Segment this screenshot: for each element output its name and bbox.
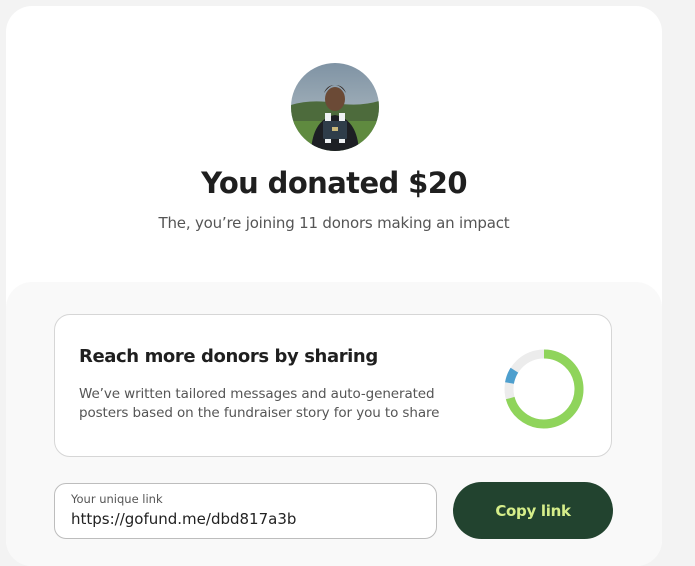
fundraiser-avatar xyxy=(291,63,379,151)
unique-link-label: Your unique link xyxy=(71,492,163,506)
donation-confirmation-card: You donated $20 The, you’re joining 11 d… xyxy=(6,6,662,566)
copy-link-button[interactable]: Copy link xyxy=(453,482,613,539)
unique-link-field[interactable]: Your unique link https://gofund.me/dbd81… xyxy=(54,483,437,539)
donation-title: You donated $20 xyxy=(201,166,467,200)
unique-link-value[interactable]: https://gofund.me/dbd817a3b xyxy=(71,510,296,528)
donation-subtitle: The, you’re joining 11 donors making an … xyxy=(158,214,510,232)
share-section: Reach more donors by sharing We’ve writt… xyxy=(6,282,662,566)
share-progress-ring-icon xyxy=(504,349,584,429)
share-card-description: We’ve written tailored messages and auto… xyxy=(79,386,440,421)
share-card-title: Reach more donors by sharing xyxy=(79,346,378,367)
share-card[interactable]: Reach more donors by sharing We’ve writt… xyxy=(54,314,612,457)
